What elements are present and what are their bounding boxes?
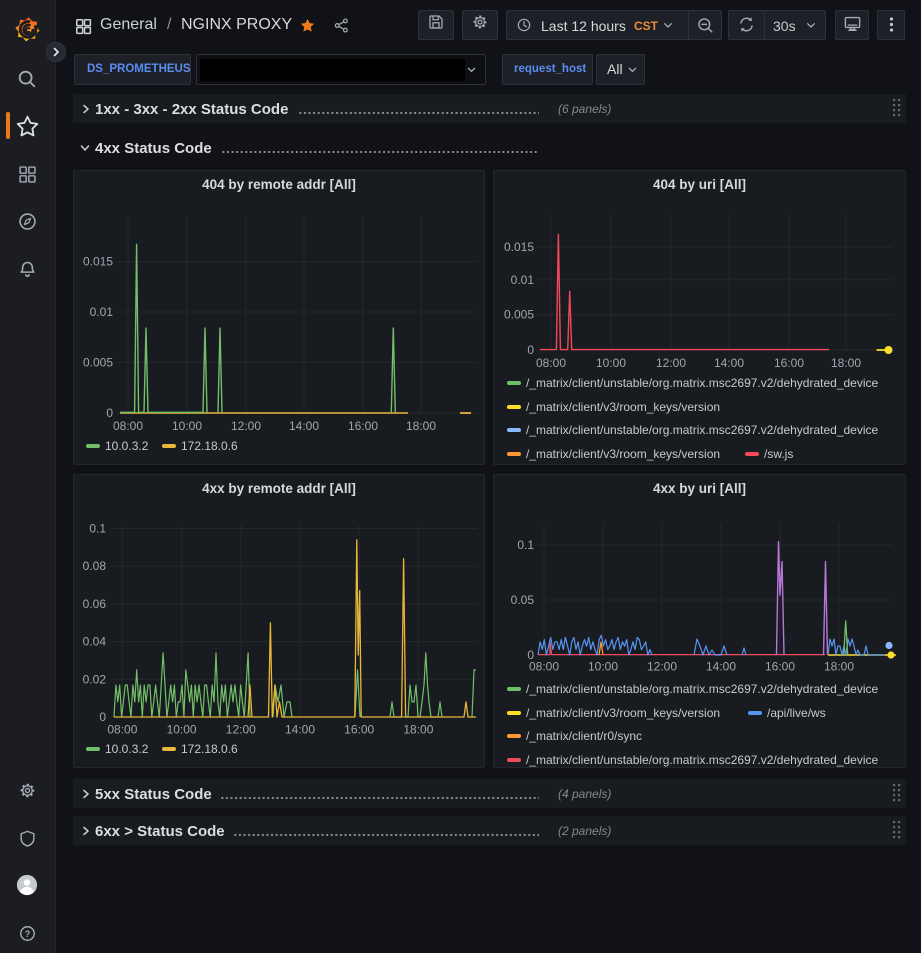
svg-text:0.005: 0.005 (83, 356, 113, 370)
svg-text:0.01: 0.01 (511, 273, 535, 287)
svg-text:18:00: 18:00 (406, 419, 436, 433)
svg-text:10:00: 10:00 (588, 660, 618, 674)
svg-text:10:00: 10:00 (172, 419, 202, 433)
svg-text:14:00: 14:00 (714, 356, 744, 370)
svg-text:0.06: 0.06 (83, 597, 107, 611)
svg-text:08:00: 08:00 (536, 356, 566, 370)
svg-text:14:00: 14:00 (289, 419, 319, 433)
svg-text:08:00: 08:00 (107, 723, 137, 737)
svg-text:16:00: 16:00 (774, 356, 804, 370)
svg-text:0.1: 0.1 (517, 538, 534, 552)
svg-text:08:00: 08:00 (113, 419, 143, 433)
svg-text:16:00: 16:00 (348, 419, 378, 433)
svg-text:0.05: 0.05 (511, 593, 535, 607)
svg-text:0.1: 0.1 (89, 522, 106, 536)
svg-text:0.005: 0.005 (504, 308, 534, 322)
svg-text:18:00: 18:00 (831, 356, 861, 370)
svg-text:?: ? (25, 929, 31, 939)
svg-text:12:00: 12:00 (656, 356, 686, 370)
svg-text:18:00: 18:00 (824, 660, 854, 674)
svg-text:0.02: 0.02 (83, 672, 107, 686)
svg-text:10:00: 10:00 (596, 356, 626, 370)
svg-text:12:00: 12:00 (226, 723, 256, 737)
svg-text:0.01: 0.01 (90, 305, 114, 319)
svg-text:0: 0 (527, 343, 534, 357)
svg-text:18:00: 18:00 (403, 723, 433, 737)
svg-text:0: 0 (99, 710, 106, 724)
svg-text:0.015: 0.015 (83, 255, 113, 269)
svg-text:14:00: 14:00 (285, 723, 315, 737)
svg-text:0.015: 0.015 (504, 240, 534, 254)
svg-text:0.04: 0.04 (83, 635, 107, 649)
svg-text:14:00: 14:00 (706, 660, 736, 674)
svg-text:0: 0 (106, 406, 113, 420)
svg-text:12:00: 12:00 (231, 419, 261, 433)
svg-text:16:00: 16:00 (765, 660, 795, 674)
svg-text:08:00: 08:00 (529, 660, 559, 674)
svg-text:16:00: 16:00 (344, 723, 374, 737)
svg-text:12:00: 12:00 (647, 660, 677, 674)
svg-text:0.08: 0.08 (83, 559, 107, 573)
svg-text:10:00: 10:00 (167, 723, 197, 737)
